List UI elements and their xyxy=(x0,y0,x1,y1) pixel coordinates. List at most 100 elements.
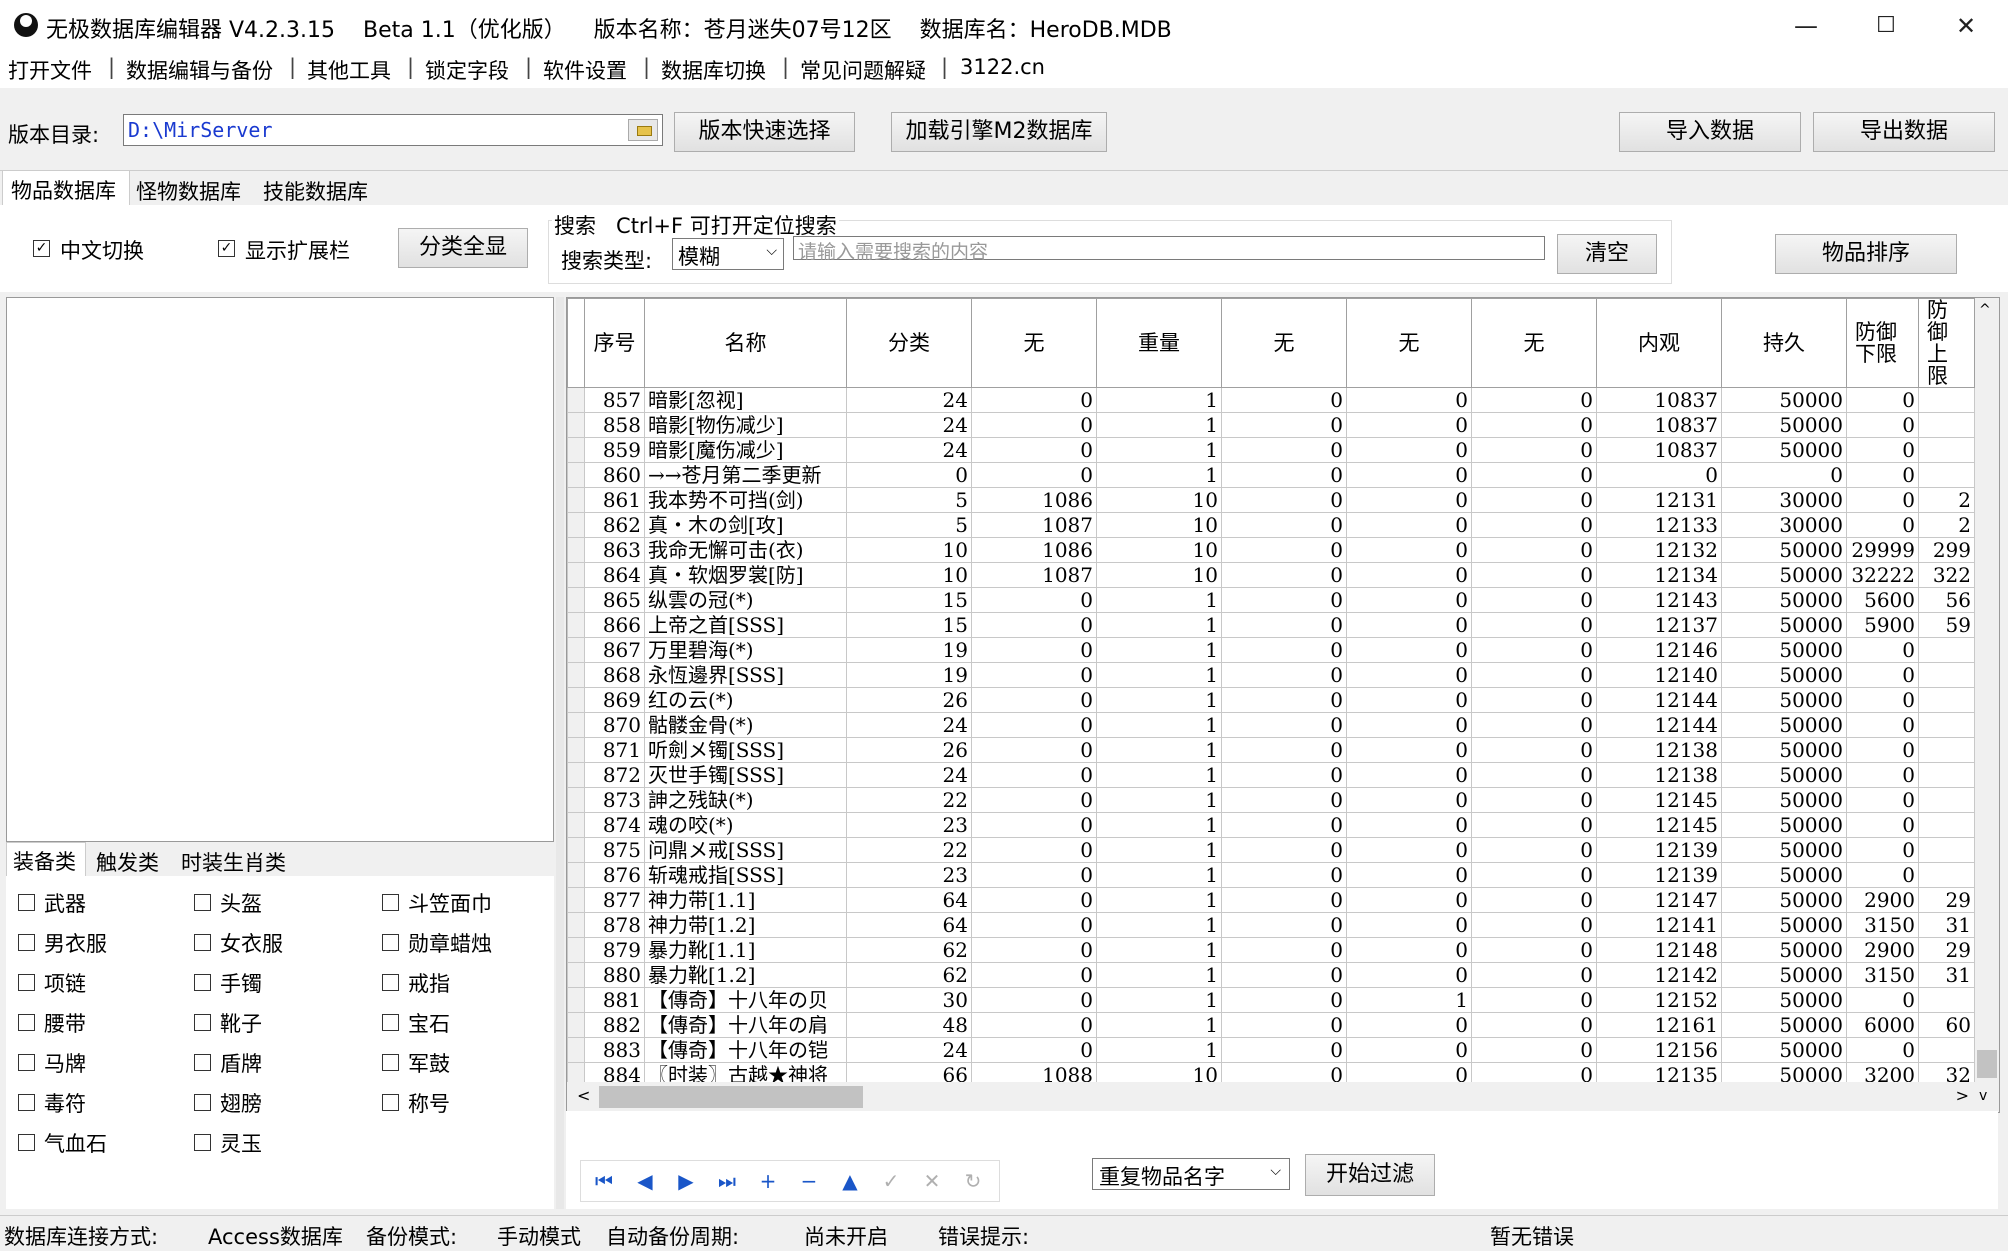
column-header[interactable]: 分类 xyxy=(846,298,972,388)
table-cell[interactable]: 0 xyxy=(1221,787,1347,813)
search-input[interactable]: 请输入需要搜索的内容 xyxy=(793,236,1545,263)
menu-site-link[interactable]: 3122.cn xyxy=(960,55,1045,79)
row-id-cell[interactable]: 864 xyxy=(584,562,645,588)
row-id-cell[interactable]: 870 xyxy=(584,712,645,738)
table-cell[interactable]: 0 xyxy=(1471,987,1597,1013)
table-cell[interactable]: 0 xyxy=(1471,962,1597,988)
table-cell[interactable]: 0 xyxy=(1471,462,1597,488)
table-cell[interactable]: 0 xyxy=(846,462,972,488)
next-icon[interactable]: ▶ xyxy=(671,1168,701,1194)
menu-other-tools[interactable]: 其他工具 xyxy=(307,55,391,85)
row-id-cell[interactable]: 872 xyxy=(584,762,645,788)
table-cell[interactable]: 0 xyxy=(1221,737,1347,763)
table-cell[interactable]: 0 xyxy=(971,687,1097,713)
row-indicator[interactable] xyxy=(567,987,585,1013)
table-row[interactable]: 882 【傳奇】十八年の肩 48 0 1 0 0 0 12161 50000 6000 60 xyxy=(567,1012,1975,1038)
item-name-cell[interactable]: 【傳奇】十八年の肩 xyxy=(644,1012,847,1038)
row-indicator[interactable] xyxy=(567,437,585,463)
row-id-cell[interactable]: 865 xyxy=(584,587,645,613)
row-indicator[interactable] xyxy=(567,737,585,763)
table-row[interactable]: 857 暗影[忽视] 24 0 1 0 0 0 10837 50000 0 xyxy=(567,387,1975,413)
table-cell[interactable]: 50000 xyxy=(1721,962,1847,988)
category-checkbox[interactable] xyxy=(194,1014,211,1031)
table-cell[interactable]: 1 xyxy=(1096,937,1222,963)
table-cell[interactable]: 0 xyxy=(1346,887,1472,913)
table-cell[interactable]: 5600 xyxy=(1846,587,1919,613)
tab-skill-db[interactable]: 技能数据库 xyxy=(263,176,368,206)
table-cell[interactable]: 1 xyxy=(1096,987,1222,1013)
category-checkbox[interactable] xyxy=(382,894,399,911)
category-checkbox[interactable] xyxy=(382,1054,399,1071)
category-checkbox[interactable] xyxy=(382,934,399,951)
first-icon[interactable]: ⏮ xyxy=(589,1168,619,1194)
table-cell[interactable]: 1 xyxy=(1096,837,1222,863)
table-cell[interactable]: 12156 xyxy=(1596,1037,1722,1063)
category-checkbox[interactable] xyxy=(194,1134,211,1151)
table-cell[interactable]: 12145 xyxy=(1596,812,1722,838)
vertical-scrollbar[interactable]: ^ v xyxy=(1975,298,1999,1112)
table-cell[interactable]: 22 xyxy=(846,837,972,863)
table-row[interactable]: 860 →→苍月第二季更新 0 0 1 0 0 0 0 0 0 xyxy=(567,462,1975,488)
table-cell[interactable]: 60 xyxy=(1918,1012,1975,1038)
row-id-cell[interactable]: 866 xyxy=(584,612,645,638)
table-cell[interactable]: 0 xyxy=(1221,612,1347,638)
table-cell[interactable]: 3150 xyxy=(1846,962,1919,988)
table-cell[interactable]: 50000 xyxy=(1721,437,1847,463)
table-cell[interactable]: 62 xyxy=(846,962,972,988)
show-ext-checkbox[interactable]: ✓ xyxy=(218,240,235,257)
table-cell[interactable]: 0 xyxy=(971,662,1097,688)
row-id-cell[interactable]: 860 xyxy=(584,462,645,488)
column-header[interactable]: 内观 xyxy=(1596,298,1722,388)
table-row[interactable]: 868 永恆邊界[SSS] 19 0 1 0 0 0 12140 50000 0 xyxy=(567,662,1975,688)
table-cell[interactable]: 0 xyxy=(1221,962,1347,988)
table-cell[interactable]: 50000 xyxy=(1721,737,1847,763)
row-indicator[interactable] xyxy=(567,512,585,538)
delete-icon[interactable]: − xyxy=(794,1168,824,1194)
row-id-cell[interactable]: 869 xyxy=(584,687,645,713)
table-cell[interactable]: 0 xyxy=(1221,912,1347,938)
export-button[interactable]: 导出数据 xyxy=(1813,112,1995,152)
tab-fashion-zodiac[interactable]: 时装生肖类 xyxy=(181,847,286,877)
table-cell[interactable] xyxy=(1918,762,1975,788)
row-indicator[interactable] xyxy=(567,662,585,688)
table-cell[interactable]: 0 xyxy=(1221,562,1347,588)
menu-db-switch[interactable]: 数据库切换 xyxy=(661,55,766,85)
table-cell[interactable]: 31 xyxy=(1918,912,1975,938)
table-cell[interactable]: 1 xyxy=(1096,787,1222,813)
table-row[interactable]: 881 【傳奇】十八年の贝 30 0 1 0 1 0 12152 50000 0 xyxy=(567,987,1975,1013)
table-cell[interactable]: 0 xyxy=(1346,737,1472,763)
table-cell[interactable]: 1086 xyxy=(971,537,1097,563)
table-cell[interactable]: 0 xyxy=(971,412,1097,438)
table-cell[interactable]: 0 xyxy=(1846,1037,1919,1063)
table-cell[interactable]: 19 xyxy=(846,637,972,663)
item-name-cell[interactable]: 暗影[魔伤减少] xyxy=(644,437,847,463)
table-cell[interactable]: 62 xyxy=(846,937,972,963)
table-cell[interactable]: 0 xyxy=(1846,412,1919,438)
row-indicator[interactable] xyxy=(567,837,585,863)
table-cell[interactable]: 1 xyxy=(1346,987,1472,1013)
table-cell[interactable] xyxy=(1918,462,1975,488)
item-name-cell[interactable]: 听劍メ镯[SSS] xyxy=(644,737,847,763)
filter-type-select[interactable]: 重复物品名字 ⌵ xyxy=(1092,1158,1290,1190)
table-cell[interactable]: 12141 xyxy=(1596,912,1722,938)
table-cell[interactable]: 29 xyxy=(1918,937,1975,963)
table-cell[interactable]: 299 xyxy=(1918,537,1975,563)
table-cell[interactable]: 1 xyxy=(1096,887,1222,913)
category-checkbox[interactable] xyxy=(18,1054,35,1071)
item-name-cell[interactable]: 问鼎メ戒[SSS] xyxy=(644,837,847,863)
table-cell[interactable]: 0 xyxy=(1346,937,1472,963)
table-cell[interactable]: 0 xyxy=(1346,1037,1472,1063)
table-cell[interactable]: 0 xyxy=(1846,462,1919,488)
table-cell[interactable]: 29999 xyxy=(1846,537,1919,563)
table-cell[interactable]: 12139 xyxy=(1596,862,1722,888)
column-header[interactable]: 名称 xyxy=(644,298,847,388)
item-name-cell[interactable]: 真・木の剑[攻] xyxy=(644,512,847,538)
table-cell[interactable]: 10 xyxy=(1096,562,1222,588)
row-id-cell[interactable]: 883 xyxy=(584,1037,645,1063)
table-row[interactable]: 875 问鼎メ戒[SSS] 22 0 1 0 0 0 12139 50000 0 xyxy=(567,837,1975,863)
table-cell[interactable]: 12161 xyxy=(1596,1012,1722,1038)
column-header[interactable]: 无 xyxy=(1221,298,1347,388)
table-cell[interactable]: 1087 xyxy=(971,562,1097,588)
row-id-cell[interactable]: 867 xyxy=(584,637,645,663)
table-cell[interactable]: 0 xyxy=(1846,812,1919,838)
